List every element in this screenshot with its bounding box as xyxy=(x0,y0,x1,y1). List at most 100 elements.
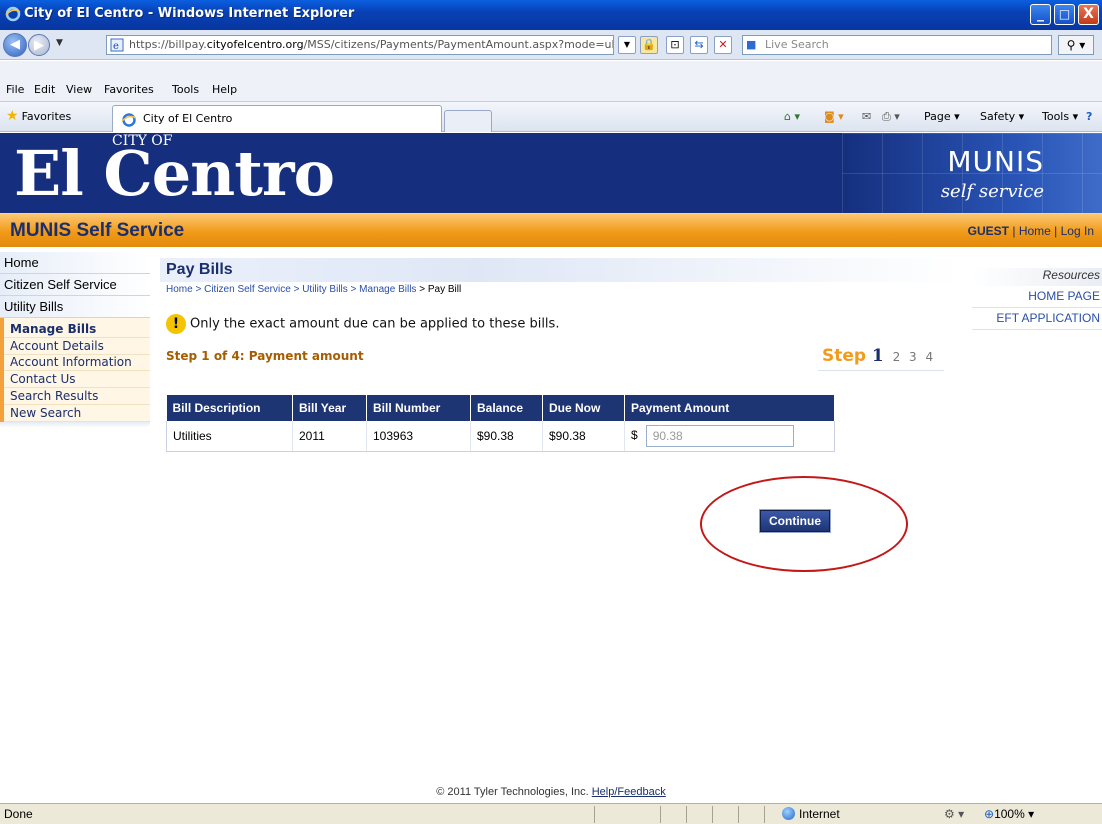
protected-mode-icon[interactable]: ⚙ ▾ xyxy=(944,807,964,821)
menu-view[interactable]: View xyxy=(66,83,92,96)
tab-city-of-el-centro[interactable]: City of El Centro xyxy=(112,105,442,132)
star-icon: ★ xyxy=(6,108,19,124)
status-text: Done xyxy=(4,807,33,821)
forward-button[interactable]: ▶ xyxy=(28,34,50,56)
mail-icon[interactable]: ✉ xyxy=(862,110,871,123)
favorites-button[interactable]: ★ Favorites xyxy=(6,108,71,124)
page-menu[interactable]: Page ▾ xyxy=(924,110,960,123)
guest-label: GUEST xyxy=(967,224,1010,238)
url-field[interactable]: e https://billpay.cityofelcentro.org/MSS… xyxy=(106,35,614,55)
security-zone: Internet xyxy=(782,807,840,821)
step-divider xyxy=(818,370,944,371)
resources-heading: Resources xyxy=(972,268,1102,286)
breadcrumb-pay-bill: Pay Bill xyxy=(427,284,462,295)
header-home-link[interactable]: Home xyxy=(1019,224,1051,238)
el-centro-logo[interactable]: El Centro CITY OF xyxy=(14,133,335,211)
col-bill-year: Bill Year xyxy=(292,395,367,421)
live-search-icon: ■ xyxy=(746,38,757,51)
cell-due-now: $90.38 xyxy=(542,421,625,452)
breadcrumb-manage-bills[interactable]: Manage Bills xyxy=(359,284,416,295)
breadcrumb-home[interactable]: Home xyxy=(166,284,193,295)
zoom-icon: ⊕ xyxy=(984,807,995,821)
cell-description: Utilities xyxy=(166,421,293,452)
menu-help[interactable]: Help xyxy=(212,83,237,96)
nav-item-citizen-self-service[interactable]: Citizen Self Service xyxy=(0,274,150,296)
col-due-now: Due Now xyxy=(542,395,625,421)
lock-icon[interactable]: 🔒 xyxy=(640,36,658,54)
cell-year: 2011 xyxy=(292,421,367,452)
step-indicator-label: Step xyxy=(822,346,867,366)
step-2: 2 xyxy=(892,350,901,364)
subnav-account-information[interactable]: Account Information xyxy=(4,355,150,371)
logo-city-of: CITY OF xyxy=(112,133,173,149)
bills-table: Bill Description Bill Year Bill Number B… xyxy=(166,395,835,452)
safety-menu[interactable]: Safety ▾ xyxy=(980,110,1024,123)
annotation-red-circle xyxy=(700,476,908,572)
copyright: © 2011 Tyler Technologies, Inc. xyxy=(436,786,589,798)
site-banner: El Centro CITY OF MUNIS self service xyxy=(0,133,1102,213)
print-icon[interactable]: ⎙ ▾ xyxy=(882,110,900,124)
subnav-manage-bills[interactable]: Manage Bills xyxy=(4,318,150,338)
nav-footer-fade xyxy=(0,422,150,428)
subnav-new-search[interactable]: New Search xyxy=(4,405,150,422)
page-icon: e xyxy=(110,38,124,52)
step-4: 4 xyxy=(925,350,934,364)
resources-panel: Resources HOME PAGE EFT APPLICATION xyxy=(972,268,1102,330)
history-dropdown-icon[interactable]: ▼ xyxy=(56,38,63,48)
url-dropdown-icon[interactable]: ▼ xyxy=(618,36,636,54)
live-search-input[interactable]: ■ Live Search xyxy=(742,35,1052,55)
menu-bar: File Edit View Favorites Tools Help xyxy=(0,80,1102,102)
maximize-button[interactable]: □ xyxy=(1054,4,1075,25)
close-button[interactable]: X xyxy=(1078,4,1099,25)
ie-page-icon xyxy=(121,113,137,127)
refresh-icon[interactable]: ⇆ xyxy=(690,36,708,54)
breadcrumb-utility-bills[interactable]: Utility Bills xyxy=(302,284,348,295)
stop-icon[interactable]: ✕ xyxy=(714,36,732,54)
self-service-tagline: self service xyxy=(940,181,1044,202)
subnav-account-details[interactable]: Account Details xyxy=(4,338,150,355)
svg-text:e: e xyxy=(113,41,119,52)
subnav-search-results[interactable]: Search Results xyxy=(4,388,150,405)
zoom-control[interactable]: ⊕100% ▾ xyxy=(984,807,1034,821)
table-row: Utilities 2011 103963 $90.38 $90.38 $ xyxy=(166,421,835,452)
header-links: GUEST | Home | Log In xyxy=(967,224,1094,238)
resource-eft-application[interactable]: EFT APPLICATION xyxy=(972,308,1102,330)
nav-item-home[interactable]: Home xyxy=(0,252,150,274)
window-title-bar: City of El Centro - Windows Internet Exp… xyxy=(0,0,1102,30)
subnav-contact-us[interactable]: Contact Us xyxy=(4,371,150,388)
step-1: 1 xyxy=(871,346,884,366)
breadcrumb-citizen-self-service[interactable]: Citizen Self Service xyxy=(204,284,291,295)
step-3: 3 xyxy=(909,350,917,364)
page-title: Pay Bills xyxy=(160,258,960,282)
menu-edit[interactable]: Edit xyxy=(34,83,55,96)
col-bill-description: Bill Description xyxy=(166,395,293,421)
cell-payment-amount: $ xyxy=(624,421,835,452)
login-link[interactable]: Log In xyxy=(1061,224,1094,238)
favorites-bar: ★ Favorites City of El Centro ⌂ ▾ ◙ ▾ ✉ ⎙… xyxy=(0,102,1102,132)
feeds-icon[interactable]: ◙ ▾ xyxy=(824,110,844,123)
cell-number: 103963 xyxy=(366,421,471,452)
menu-favorites[interactable]: Favorites xyxy=(104,83,154,96)
address-bar: ◀ ▶ ▼ e https://billpay.cityofelcentro.o… xyxy=(0,30,1102,60)
home-icon[interactable]: ⌂ ▾ xyxy=(784,110,800,123)
help-feedback-link[interactable]: Help/Feedback xyxy=(592,786,666,798)
col-payment-amount: Payment Amount xyxy=(624,395,835,421)
munis-logo: MUNIS xyxy=(947,145,1044,178)
search-go-button[interactable]: ⚲ ▾ xyxy=(1058,35,1094,55)
menu-tools[interactable]: Tools xyxy=(172,83,199,96)
help-icon[interactable]: ? xyxy=(1086,110,1092,123)
back-button[interactable]: ◀ xyxy=(3,33,27,57)
window-title: City of El Centro - Windows Internet Exp… xyxy=(24,6,355,21)
minimize-button[interactable]: _ xyxy=(1030,4,1051,25)
payment-amount-input[interactable] xyxy=(645,425,794,447)
resource-home-page[interactable]: HOME PAGE xyxy=(972,286,1102,308)
menu-file[interactable]: File xyxy=(6,83,24,96)
tools-menu[interactable]: Tools ▾ xyxy=(1042,110,1078,123)
left-nav: Home Citizen Self Service Utility Bills … xyxy=(0,252,150,428)
utility-bills-subnav: Manage Bills Account Details Account Inf… xyxy=(0,318,150,422)
new-tab-button[interactable] xyxy=(444,110,492,132)
compat-view-icon[interactable]: ⊡ xyxy=(666,36,684,54)
app-title: MUNIS Self Service xyxy=(10,220,185,241)
status-bar: Done Internet ⚙ ▾ ⊕100% ▾ xyxy=(0,803,1102,824)
nav-item-utility-bills[interactable]: Utility Bills xyxy=(0,296,150,318)
